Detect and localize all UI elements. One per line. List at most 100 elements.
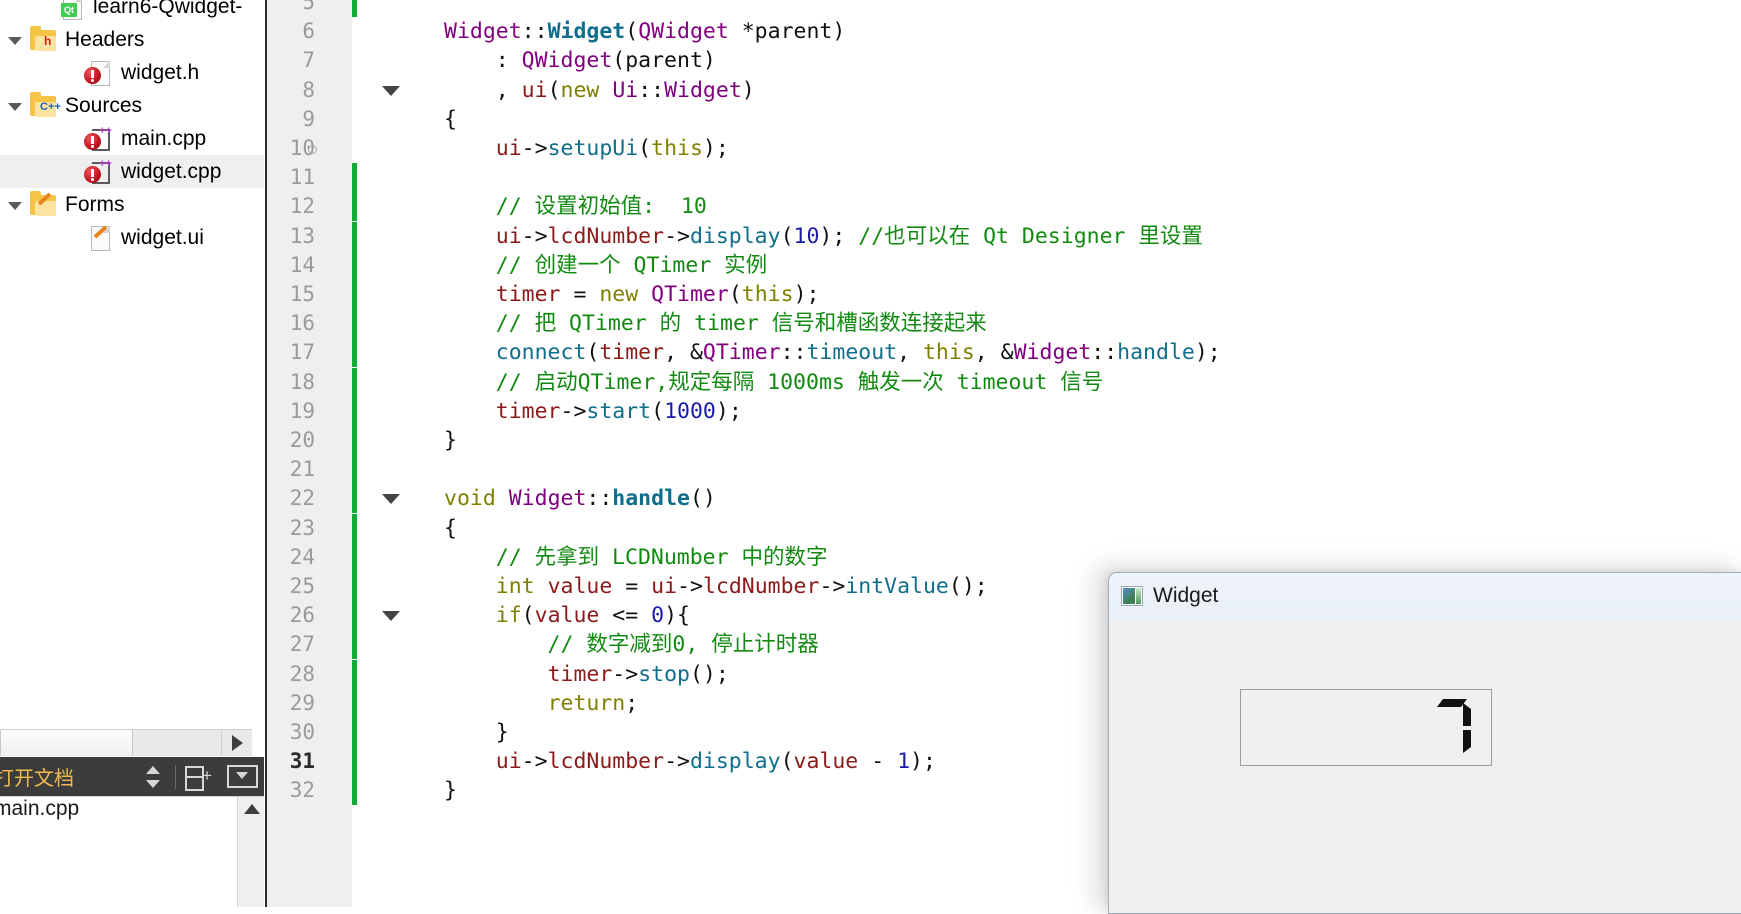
code-token: 1000 (664, 398, 716, 424)
tree-item-headers[interactable]: h Headers (0, 23, 264, 56)
code-line[interactable]: // 把 QTimer 的 timer 信号和槽函数连接起来 (444, 309, 987, 338)
folder-forms-icon (28, 190, 58, 218)
code-line[interactable]: timer->stop(); (444, 660, 729, 689)
tree-arrow-placeholder (8, 66, 22, 80)
code-line[interactable]: } (444, 426, 457, 455)
code-line[interactable]: Widget::Widget(QWidget *parent) (444, 17, 845, 46)
code-token: ui (495, 749, 522, 775)
code-token: // 先拿到 LCDNumber 中的数字 (444, 544, 828, 570)
code-token: handle (612, 486, 690, 512)
project-tree[interactable]: Qt learn6-Qwidget-h Headers widget.h C++ Sour… (0, 0, 264, 254)
code-line[interactable]: ui->lcdNumber->display(value - 1); (444, 747, 936, 776)
cpp-file-icon: ++ (84, 125, 114, 152)
code-line[interactable]: timer->start(1000); (444, 397, 742, 426)
code-token: Widget (547, 19, 626, 45)
code-token: Widget (444, 19, 522, 45)
code-line[interactable]: // 先拿到 LCDNumber 中的数字 (444, 543, 828, 572)
code-line[interactable]: if(value <= 0){ (444, 601, 690, 630)
code-line[interactable]: // 启动QTimer,规定每隔 1000ms 触发一次 timeout 信号 (444, 368, 1104, 397)
tree-item-learn6qwidget[interactable]: Qt learn6-Qwidget- (0, 0, 264, 23)
open-documents-list[interactable]: main.cpp (0, 796, 264, 907)
code-token: lcdNumber (547, 749, 665, 775)
line-number: 23 (289, 515, 315, 540)
code-line[interactable]: , ui(new Ui::Widget) (444, 76, 755, 105)
open-documents-scrollbar[interactable] (237, 797, 264, 907)
code-line[interactable]: } (444, 718, 509, 747)
code-token: timer (547, 661, 613, 687)
project-tree-pane[interactable]: Qt learn6-Qwidget-h Headers widget.h C++ Sour… (0, 0, 264, 907)
code-token: = (612, 574, 652, 599)
close-pane-button[interactable] (220, 757, 264, 796)
code-token: ui (521, 77, 548, 103)
tree-item-sources[interactable]: C++ Sources (0, 89, 264, 122)
code-token: ( (625, 19, 639, 45)
open-documents-header: 打开文档 + (0, 757, 264, 796)
tree-item-main.cpp[interactable]: ++ main.cpp (0, 122, 264, 155)
lcd-segment-b (1463, 703, 1471, 726)
code-token: value (534, 603, 600, 629)
change-marker (352, 367, 357, 397)
line-number: 7 (302, 48, 315, 73)
line-number: 28 (289, 661, 315, 686)
code-line[interactable]: // 设置初始值: 10 (444, 192, 707, 221)
line-number: 22 (289, 486, 315, 511)
split-editor-icon: + (185, 765, 212, 791)
sort-documents-button[interactable] (131, 757, 175, 796)
split-editor-button[interactable]: + (176, 757, 220, 796)
scrollbar-track[interactable] (133, 730, 221, 756)
code-line[interactable]: } (444, 776, 457, 805)
code-line[interactable]: timer = new QTimer(this); (444, 280, 820, 309)
tree-item-widget.h[interactable]: widget.h (0, 56, 264, 89)
change-marker (352, 601, 357, 631)
qt-widget-icon (1121, 586, 1143, 606)
tree-item-forms[interactable]: Forms (0, 188, 264, 221)
code-token: (parent) (612, 48, 716, 74)
code-token: // 把 QTimer 的 timer 信号和槽函数连接起来 (444, 311, 987, 337)
code-token: lcdNumber (547, 223, 665, 249)
code-folding-gutter[interactable] (320, 0, 400, 907)
chevron-down-icon[interactable] (8, 198, 22, 212)
code-line[interactable]: ui->lcdNumber->display(10); //也可以在 Qt De… (444, 222, 1203, 251)
scroll-up-arrow-icon[interactable] (244, 804, 260, 814)
code-token: ( (780, 749, 794, 775)
widget-app-window[interactable]: Widget (1108, 572, 1741, 914)
code-token: } (444, 778, 457, 804)
chevron-down-icon[interactable] (8, 99, 22, 113)
tree-item-widget.ui[interactable]: widget.ui (0, 221, 264, 254)
code-token: ) (741, 77, 755, 103)
code-token: value (793, 749, 859, 775)
code-line[interactable]: connect(timer, &QTimer::timeout, this, &… (444, 338, 1221, 367)
code-token: ); (1194, 340, 1221, 366)
code-line[interactable]: // 数字减到0, 停止计时器 (444, 630, 819, 659)
line-number: 17 (289, 340, 315, 365)
tree-item-widget.cpp[interactable]: ++ widget.cpp (0, 155, 264, 188)
breakpoint-marker[interactable] (308, 145, 317, 154)
scroll-right-arrow-icon[interactable] (221, 730, 252, 756)
open-document-item[interactable]: main.cpp (0, 797, 79, 821)
code-line[interactable]: int value = ui->lcdNumber->intValue(); (444, 572, 988, 601)
code-line[interactable]: : QWidget(parent) (444, 46, 716, 75)
code-line[interactable]: return; (444, 689, 639, 718)
code-token: :: (638, 77, 665, 103)
code-line[interactable]: ui->setupUi(this); (444, 134, 729, 163)
chevron-down-icon[interactable] (8, 33, 22, 47)
code-line[interactable]: // 创建一个 QTimer 实例 (444, 251, 767, 280)
code-token: // 创建一个 QTimer 实例 (444, 252, 768, 278)
code-token: QWidget (638, 19, 729, 45)
app-title-bar[interactable]: Widget (1109, 573, 1741, 620)
code-token: :: (586, 486, 613, 512)
code-token: = (560, 282, 600, 307)
change-marker (352, 221, 357, 251)
code-token: ){ (664, 603, 690, 629)
project-tree-horizontal-scrollbar[interactable] (0, 729, 252, 756)
code-line[interactable]: void Widget::handle() (444, 484, 716, 513)
code-token: - (858, 749, 898, 775)
line-number: 31 (289, 749, 315, 774)
code-line[interactable]: { (444, 105, 457, 134)
code-line[interactable]: { (444, 514, 457, 543)
scrollbar-thumb[interactable] (0, 730, 133, 756)
line-number: 9 (302, 106, 315, 131)
